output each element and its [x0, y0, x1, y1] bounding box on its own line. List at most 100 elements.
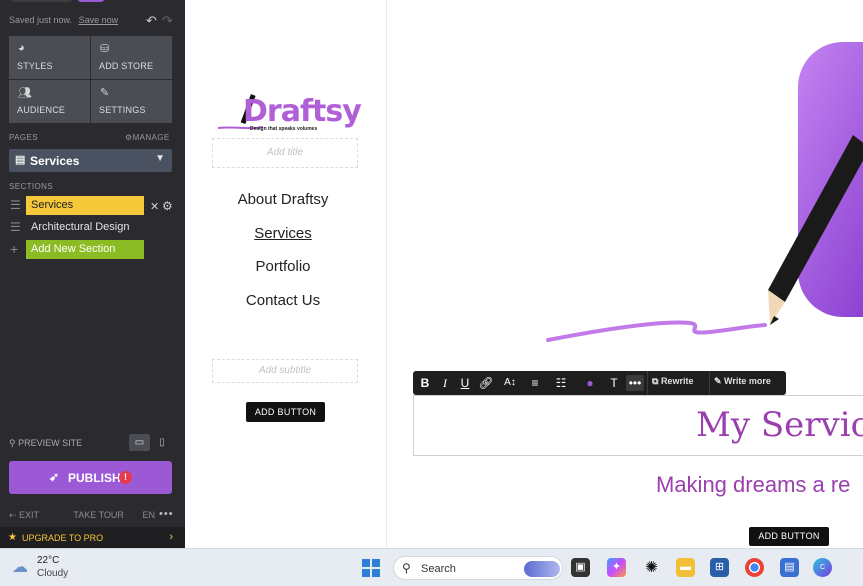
task-view-icon[interactable]: ▣	[571, 558, 590, 577]
nav-link-contact[interactable]: Contact Us	[208, 292, 358, 309]
current-page-label: Services	[30, 154, 80, 168]
chevron-down-icon: ▼	[155, 153, 165, 164]
drag-handle-icon[interactable]: ☰	[10, 221, 21, 233]
hero-illustration	[546, 42, 863, 342]
manage-pages-button[interactable]: ⚙MANAGE	[125, 133, 170, 142]
people-icon: 👥︎	[18, 87, 32, 99]
toolbar-divider	[709, 371, 710, 395]
add-button[interactable]: ADD BUTTON	[246, 402, 325, 422]
take-tour-link[interactable]: TAKE TOUR	[73, 510, 124, 520]
styles-button[interactable]: ◕ STYLES	[9, 36, 90, 79]
audience-button[interactable]: 👥︎ AUDIENCE	[9, 80, 90, 123]
undo-icon[interactable]: ↶	[146, 13, 157, 29]
add-subtitle-placeholder[interactable]: Add subtitle	[212, 359, 358, 383]
bold-button[interactable]: B	[417, 375, 433, 391]
palette-icon: ◕	[18, 42, 25, 54]
save-now-link[interactable]: Save now	[79, 15, 119, 25]
page-selector[interactable]: ▤ Services ▼	[9, 149, 172, 172]
font-size-icon[interactable]: A↕	[500, 375, 520, 391]
gear-icon: ⚙	[125, 133, 133, 142]
drag-handle-icon[interactable]: ☰	[10, 199, 21, 211]
section-item-services[interactable]: Services	[26, 196, 144, 215]
add-store-button[interactable]: ⛁ ADD STORE	[91, 36, 172, 79]
hero-subtitle[interactable]: Making dreams a re	[656, 472, 850, 498]
add-title-placeholder[interactable]: Add title	[212, 138, 358, 168]
plus-icon[interactable]: +	[10, 242, 21, 256]
settings-button[interactable]: ✎ SETTINGS	[91, 80, 172, 123]
styles-label: STYLES	[17, 61, 53, 71]
sections-heading: SECTIONS	[9, 182, 54, 191]
text-format-toolbar: B I U 🔗︎ A↕ ≡ ☷ ● T ••• ⧉ Rewrite ✎ Writ…	[413, 371, 786, 395]
brand-name: Draftsy	[243, 94, 362, 129]
wrench-icon: ✎	[100, 87, 110, 99]
add-new-section-button[interactable]: Add New Section	[26, 240, 144, 259]
brand-tagline: Design that speaks volumes	[250, 126, 318, 132]
copilot-icon[interactable]: ✦	[607, 558, 626, 577]
rewrite-label: Rewrite	[660, 376, 694, 386]
list-icon[interactable]: ☷	[551, 375, 571, 391]
publish-label: PUBLISH	[68, 471, 121, 485]
canva-icon[interactable]: C	[813, 558, 832, 577]
windows-taskbar: ☁ 22°C Cloudy ⚲ Search ▣ ✦ ✺ ▬ ⊞ ▤ C	[0, 548, 863, 586]
color-picker-icon[interactable]: ●	[580, 375, 600, 391]
more-icon[interactable]: •••	[626, 375, 644, 391]
exit-label: EXIT	[19, 510, 40, 520]
manage-label: MANAGE	[132, 133, 170, 142]
star-icon: ★	[8, 532, 17, 543]
hero-title[interactable]: My Service	[696, 405, 863, 445]
weather-temperature[interactable]: 22°C	[37, 555, 59, 566]
editor-sidebar: Saved just now. Save now ↶ ↷ ◕ STYLES ⛁ …	[0, 0, 185, 548]
chatgpt-icon[interactable]: ✺	[642, 558, 661, 577]
microsoft-store-icon[interactable]: ⊞	[710, 558, 729, 577]
notepad-icon[interactable]: ▤	[780, 558, 799, 577]
file-explorer-icon[interactable]: ▬	[676, 558, 695, 577]
italic-button[interactable]: I	[437, 375, 453, 391]
cloud-icon: ☁	[12, 559, 28, 576]
site-logo[interactable]: Draftsy Design that speaks volumes	[218, 88, 362, 136]
publish-button[interactable]: ➶ PUBLISH !	[9, 461, 172, 494]
link-icon[interactable]: 🔗︎	[478, 375, 494, 391]
nav-link-services[interactable]: Services	[208, 225, 358, 242]
upgrade-to-pro-bar[interactable]: ★ UPGRADE TO PRO ›	[0, 527, 185, 548]
store-icon: ⛁	[100, 43, 110, 55]
redo-icon[interactable]: ↷	[162, 13, 173, 29]
chevron-right-icon: ›	[169, 531, 173, 543]
mobile-view-icon[interactable]: ▯	[155, 434, 169, 451]
section-settings-gear-icon[interactable]: ⚙	[162, 199, 173, 213]
nav-link-about[interactable]: About Draftsy	[208, 191, 358, 208]
saved-status-text: Saved just now.	[9, 15, 73, 25]
text-style-icon[interactable]: T	[606, 375, 622, 391]
search-icon: ⚲	[9, 438, 19, 448]
taskbar-search[interactable]: ⚲ Search	[393, 556, 563, 580]
upgrade-label: UPGRADE TO PRO	[22, 533, 104, 543]
language-selector[interactable]: EN	[142, 510, 155, 520]
write-more-label: Write more	[724, 376, 771, 386]
preview-label: PREVIEW SITE	[18, 438, 83, 448]
rocket-icon: ➶	[49, 470, 60, 484]
hero-add-button[interactable]: ADD BUTTON	[749, 527, 829, 546]
search-highlight-image	[524, 561, 560, 577]
document-icon: ▤	[15, 154, 26, 166]
desktop-view-icon[interactable]: ▭	[129, 434, 150, 451]
underline-button[interactable]: U	[457, 375, 473, 391]
windows-start-icon[interactable]	[362, 559, 380, 577]
settings-label: SETTINGS	[99, 105, 146, 115]
column-divider	[386, 0, 387, 548]
toolbar-divider	[647, 371, 648, 395]
write-more-button[interactable]: ✎ Write more	[714, 376, 771, 387]
more-options-icon[interactable]: •••	[159, 508, 174, 520]
chrome-icon[interactable]	[745, 558, 764, 577]
rewrite-button[interactable]: ⧉ Rewrite	[652, 376, 693, 387]
audience-label: AUDIENCE	[17, 105, 66, 115]
section-item-architectural-design[interactable]: Architectural Design	[26, 218, 144, 237]
exit-link[interactable]: ⇠ EXIT	[9, 510, 55, 520]
align-icon[interactable]: ≡	[526, 375, 544, 391]
editor-logo	[0, 0, 185, 4]
close-icon[interactable]: ✕	[150, 200, 159, 213]
nav-link-portfolio[interactable]: Portfolio	[208, 258, 358, 275]
pages-heading: PAGES	[9, 133, 38, 142]
search-label: Search	[421, 563, 456, 575]
preview-site-link[interactable]: ⚲ PREVIEW SITE	[9, 438, 82, 449]
weather-condition[interactable]: Cloudy	[37, 568, 68, 579]
nav-services-label: Services	[254, 225, 312, 242]
